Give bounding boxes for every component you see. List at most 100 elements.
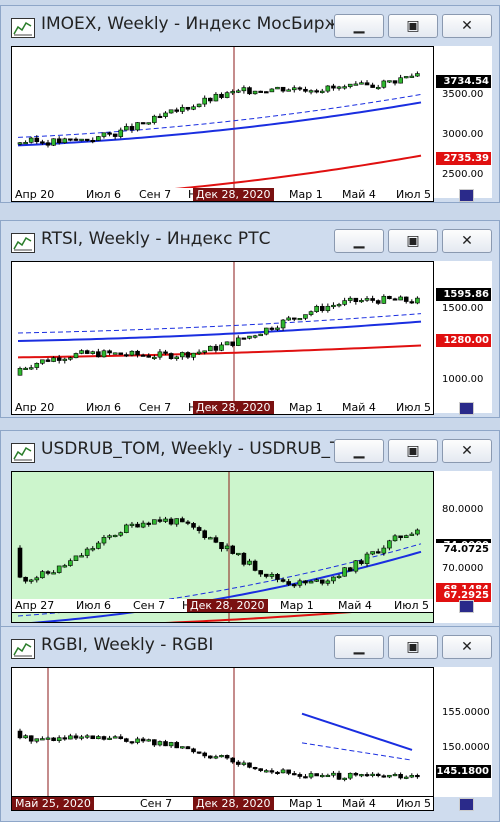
titlebar[interactable]: RTSI, Weekly - Индекс РТС ▁ ▣ ✕ (1, 221, 499, 259)
candle (112, 352, 118, 355)
candle (331, 304, 336, 308)
candle (364, 298, 370, 301)
chart-window-imoex[interactable]: IMOEX, Weekly - Индекс МосБиржи ▁ ▣ ✕ 35… (0, 5, 500, 203)
candle (157, 351, 163, 358)
x-label: Июл 5 (396, 797, 432, 810)
candle (403, 776, 409, 779)
candle (124, 738, 129, 742)
candle (73, 138, 79, 141)
scroll-to-end-icon[interactable] (459, 600, 474, 613)
candle (23, 367, 28, 370)
minimize-icon: ▁ (353, 443, 365, 459)
candle (174, 518, 180, 525)
candle (303, 314, 308, 319)
candle (168, 353, 174, 360)
x-label: Сен 7 (139, 188, 172, 201)
candle (230, 545, 235, 554)
candle (185, 521, 191, 524)
price-plot[interactable] (11, 261, 434, 413)
candle (185, 106, 191, 110)
candle (101, 736, 107, 740)
maximize-button[interactable]: ▣ (388, 439, 438, 463)
scroll-to-end-icon[interactable] (459, 402, 474, 415)
candle (392, 80, 398, 84)
candle (286, 581, 291, 585)
candle (331, 772, 336, 776)
candle (342, 300, 347, 305)
x-label: Июл 5 (394, 599, 430, 612)
candle (90, 735, 96, 740)
x-label: Июл 5 (396, 188, 432, 201)
minimize-button[interactable]: ▁ (334, 635, 384, 659)
candle (68, 138, 73, 141)
candle (213, 756, 219, 759)
chart-app-icon (11, 639, 35, 659)
candle (235, 337, 241, 346)
close-button[interactable]: ✕ (442, 14, 492, 38)
date-axis: Апр 27 Июл 6 Сен 7 Н Дек 28, 2020 Мар 1 … (11, 599, 434, 613)
candle (415, 297, 420, 304)
candle (28, 579, 34, 582)
candle (381, 80, 387, 88)
selected-date-label-2: Май 25, 2020 (12, 797, 94, 810)
close-button[interactable]: ✕ (442, 229, 492, 253)
candle (308, 773, 314, 778)
chart-window-rtsi[interactable]: RTSI, Weekly - Индекс РТС ▁ ▣ ✕ 1500.00 … (0, 220, 500, 418)
candle (163, 518, 168, 522)
price-axis: 1500.00 1000.00 1595.86 1280.00 (434, 261, 492, 413)
candle (51, 572, 56, 575)
candle (359, 560, 364, 564)
maximize-button[interactable]: ▣ (388, 14, 438, 38)
minimize-button[interactable]: ▁ (334, 439, 384, 463)
close-button[interactable]: ✕ (442, 439, 492, 463)
candle (140, 122, 146, 125)
candle (263, 91, 269, 94)
candle (118, 736, 124, 739)
candle (303, 88, 308, 92)
candle (202, 752, 208, 757)
minimize-button[interactable]: ▁ (334, 229, 384, 253)
scroll-to-end-icon[interactable] (459, 798, 474, 811)
ma-band-line (17, 313, 422, 334)
candle (208, 537, 213, 540)
candle (235, 761, 241, 765)
candle (325, 774, 331, 778)
candle (381, 547, 387, 554)
candle (112, 736, 118, 739)
date-axis: Апр 20 Июл 6 Сен 7 Н Дек 28, 2020 Мар 1 … (11, 401, 434, 415)
minimize-button[interactable]: ▁ (334, 14, 384, 38)
candle (23, 142, 28, 145)
titlebar[interactable]: RGBI, Weekly - RGBI ▁ ▣ ✕ (1, 627, 499, 665)
candle (90, 351, 96, 354)
candle (202, 530, 208, 538)
candle (107, 132, 112, 135)
candle (258, 90, 263, 93)
candle (40, 738, 45, 741)
candle (174, 742, 180, 749)
x-label: Май 4 (342, 188, 376, 201)
price-plot[interactable] (11, 667, 434, 797)
titlebar[interactable]: IMOEX, Weekly - Индекс МосБиржи ▁ ▣ ✕ (1, 6, 499, 44)
candle (297, 318, 303, 321)
date-axis: Май 25, 2020 Сен 7 Дек 28, 2020 Мар 1 Ма… (11, 797, 434, 811)
candle (34, 362, 40, 368)
window-title: RTSI, Weekly - Индекс РТС (41, 229, 271, 249)
titlebar[interactable]: USDRUB_TOM, Weekly - USDRUB_T... ▁ ▣ ✕ (1, 431, 499, 469)
candle (135, 350, 140, 356)
candle (415, 73, 420, 77)
price-plot[interactable] (11, 46, 434, 198)
candle (208, 755, 213, 759)
chart-window-usdrub[interactable]: USDRUB_TOM, Weekly - USDRUB_T... ▁ ▣ ✕ 8… (0, 430, 500, 628)
candle (73, 555, 79, 561)
scroll-to-end-icon[interactable] (459, 189, 474, 202)
candle (347, 83, 353, 87)
candle (112, 133, 118, 137)
maximize-button[interactable]: ▣ (388, 635, 438, 659)
candle (409, 75, 415, 78)
close-button[interactable]: ✕ (442, 635, 492, 659)
chart-window-rgbi[interactable]: RGBI, Weekly - RGBI ▁ ▣ ✕ 155.0000 150.0… (0, 626, 500, 822)
maximize-button[interactable]: ▣ (388, 229, 438, 253)
candle (185, 746, 191, 750)
candle (291, 773, 297, 776)
candle (140, 354, 146, 357)
